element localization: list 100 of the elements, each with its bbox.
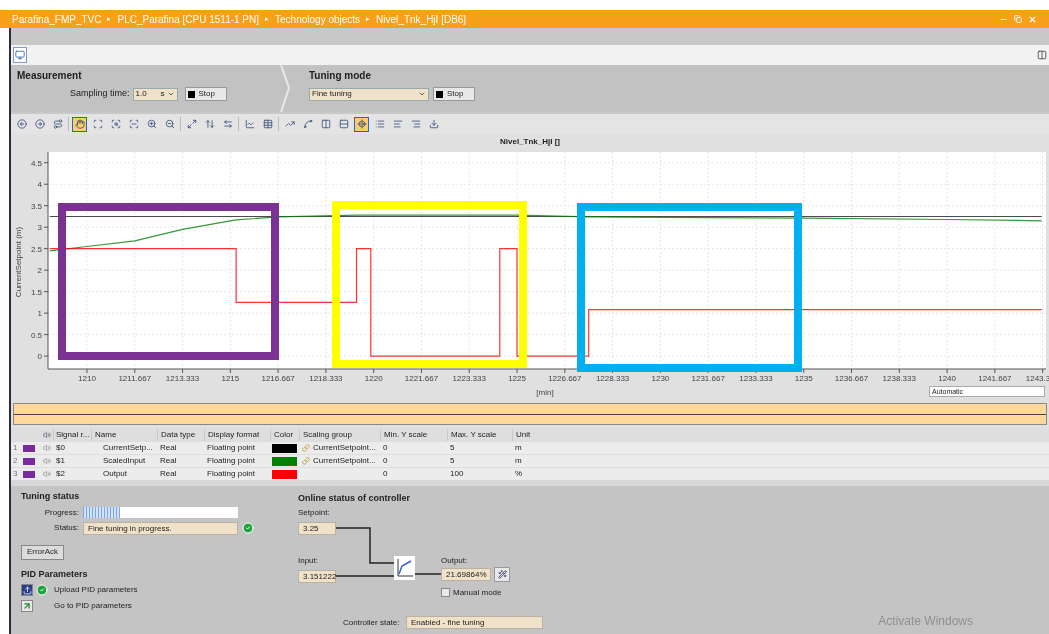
sampling-time-field[interactable]: 1.0 s [132,87,178,101]
crosshair-icon[interactable] [354,116,369,132]
chart-title: Nivel_Tnk_HjI [] [500,136,560,148]
column-header: Signal r... [53,428,91,441]
hand-icon[interactable] [72,116,87,132]
sound-icon [41,430,53,439]
color-swatch[interactable] [272,469,297,479]
tuning-mode-dropdown[interactable]: Fine tuning [309,87,429,101]
column-header: Data type [157,428,204,441]
table-cell-text: Output [102,468,128,480]
y-axis-title: CurrentSetpoint (m) [14,226,23,298]
fit-icon[interactable] [184,116,199,132]
table-cell-text: 0 [382,442,389,454]
close-icon[interactable] [1028,14,1037,24]
pid-link[interactable]: Go to PID parameters [54,600,132,612]
panel-icon[interactable] [1037,50,1047,60]
x-tick-label: 1240 [938,374,956,383]
field-label: Sampling time: [70,87,130,101]
table-cell-text: m [514,442,523,454]
controller-state-field: Enabled - fine tuning [406,616,543,629]
checkbox-label: Manual mode [453,587,502,599]
field-label: Status: [53,522,80,534]
x-tick-label: 1233.333 [739,374,773,383]
y-tick-label: 4.5 [30,158,42,168]
column-header: Display format [204,428,270,441]
table-cell-text: $1 [55,455,66,467]
table-cell-text: Floating point [206,442,257,454]
x-tick-label: 1218.333 [309,374,343,383]
x-tick-label: 1236.667 [834,374,869,383]
x-tick-label: 1211.667 [118,374,152,383]
table-cell-text: 5 [449,455,456,467]
y-tick-label: 3 [37,223,42,233]
column-header: Name [91,428,157,441]
table-cell-text: Real [159,468,178,480]
measurement-toolbar-button[interactable] [13,47,27,63]
section-title: Measurement [17,69,83,83]
manual-output-button[interactable] [494,567,510,582]
color-swatch[interactable] [272,456,297,466]
x-axis-title: [min] [536,388,554,397]
table-cell-text: 0 [382,455,389,467]
section-title: PID Parameters [21,567,89,581]
back-icon[interactable] [14,116,29,132]
overview-bar[interactable] [13,403,1047,425]
status-field: Fine tuning in progress. [83,521,238,535]
output-field: 21.69864% [441,568,491,581]
columns-icon[interactable] [318,116,333,132]
x-tick-label: 1221.667 [404,374,439,383]
table-cell-text: 100 [449,468,465,480]
signal-icon [23,444,35,452]
row-number: 3 [12,468,19,480]
row-number: 1 [12,442,19,454]
table-icon[interactable] [260,116,275,132]
color-swatch[interactable] [272,443,297,453]
table-cell: CurrentSetpoint... [313,442,376,454]
table-cell-text: Real [159,455,178,467]
error-ack-button[interactable]: ErrorAck [21,544,64,560]
rows-icon[interactable] [336,116,351,132]
table-cell-text: 0 [382,468,389,480]
x-tick-label: 1216.667 [261,374,295,383]
signal-icon [23,470,35,478]
table-cell: CurrentSetpoint... [313,455,376,467]
y-tick-label: 2 [37,266,42,276]
arrow-icon[interactable] [21,600,33,612]
stop-button[interactable]: Stop [184,87,227,101]
x-tick-label: 1235 [794,374,813,383]
setpoint-field: 3.25 [298,522,336,535]
x-tick-label: 1223.333 [452,374,486,383]
x-tick-label: 1210 [78,374,96,383]
zoom-box-icon[interactable] [90,116,105,132]
restore-icon[interactable] [1014,15,1022,23]
line-chart-icon[interactable] [242,116,257,132]
pid-link[interactable]: Upload PID parameters [54,584,138,596]
manual-mode-checkbox[interactable] [441,588,450,597]
route-icon[interactable] [50,116,65,132]
table-cell-text: $2 [55,468,66,480]
controller-block-icon [394,556,415,580]
upload-icon[interactable] [21,584,33,596]
x-tick-label: 1225 [508,374,526,383]
field-label: Output: [441,555,468,567]
row-number: 2 [12,455,19,467]
y-tick-label: 3.5 [30,201,42,211]
x-tick-label: 1231.667 [691,374,725,383]
field-label: Controller state: [343,617,400,629]
y-tick-label: 1 [37,309,42,319]
y-tick-label: 0 [37,352,42,362]
stop-button[interactable]: Stop [433,87,475,101]
table-cell-text: 5 [449,442,456,454]
sound-icon [41,457,53,465]
table-cell-text: ScaledInput [102,455,147,467]
field-label: Progress: [43,506,80,519]
section-title: Tuning status [21,490,81,503]
y-tick-label: 4 [37,180,42,190]
link-icon [302,444,310,452]
x-tick-label: 1226.667 [548,374,582,383]
table-cell-text: Real [159,442,178,454]
y-tick-label: 0.5 [30,330,42,340]
x-tick-label: 1230 [651,374,670,383]
table-cell-text: $0 [55,442,66,454]
y-tick-label: 2.5 [30,244,42,254]
column-header: Unit [512,428,562,441]
